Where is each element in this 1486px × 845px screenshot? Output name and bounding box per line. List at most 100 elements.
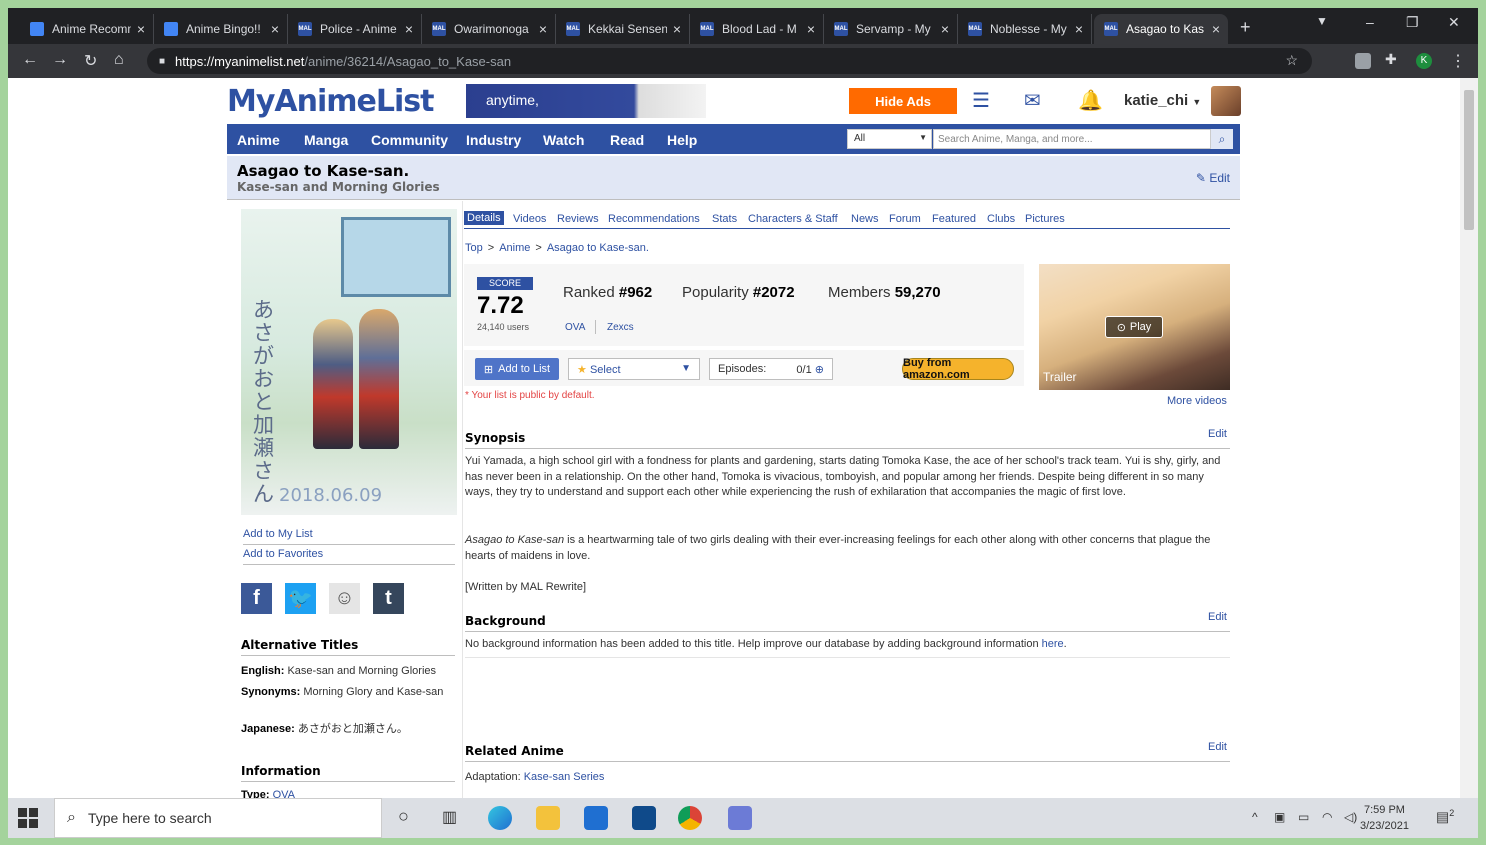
tab-stats[interactable]: Stats xyxy=(712,213,737,225)
puzzle-icon[interactable]: ✚ xyxy=(1385,51,1397,68)
nav-anime[interactable]: Anime xyxy=(237,132,280,148)
extension-icon[interactable] xyxy=(1355,53,1371,69)
facebook-icon[interactable]: f xyxy=(241,583,272,614)
tumblr-icon[interactable]: t xyxy=(373,583,404,614)
browser-tab[interactable]: MAL Owarimonoga × xyxy=(422,14,556,44)
play-button[interactable]: ⊙ Play xyxy=(1105,316,1163,338)
tab-recommendations[interactable]: Recommendations xyxy=(608,213,700,225)
type-link[interactable]: OVA xyxy=(273,789,295,798)
breadcrumb-title[interactable]: Asagao to Kase-san. xyxy=(547,242,649,254)
close-tab-icon[interactable]: × xyxy=(1212,21,1220,37)
nav-manga[interactable]: Manga xyxy=(304,132,348,148)
dell-icon[interactable] xyxy=(632,806,656,830)
tab-reviews[interactable]: Reviews xyxy=(557,213,599,225)
plus-circle-icon[interactable]: ⊕ xyxy=(815,364,824,376)
close-tab-icon[interactable]: × xyxy=(1075,21,1083,37)
more-videos-link[interactable]: More videos xyxy=(1167,395,1227,407)
tab-news[interactable]: News xyxy=(851,213,879,225)
episodes-field[interactable]: Episodes: 0/1 ⊕ xyxy=(709,358,833,380)
restore-icon[interactable]: ❐ xyxy=(1406,14,1419,31)
home-icon[interactable]: ⌂ xyxy=(114,51,124,69)
close-tab-icon[interactable]: × xyxy=(405,21,413,37)
meet-now-icon[interactable]: ▣ xyxy=(1274,810,1285,824)
status-select[interactable]: ★ Select ▼ xyxy=(568,358,700,380)
scrollbar-thumb[interactable] xyxy=(1464,90,1474,230)
close-tab-icon[interactable]: × xyxy=(673,21,681,37)
list-icon[interactable]: ☰ xyxy=(972,88,990,113)
browser-tab[interactable]: MAL Noblesse - My × xyxy=(958,14,1092,44)
site-logo[interactable]: MyAnimeList xyxy=(227,84,434,119)
hide-ads-button[interactable]: Hide Ads xyxy=(849,88,957,114)
tab-pictures[interactable]: Pictures xyxy=(1025,213,1065,225)
adaptation-link[interactable]: Kase-san Series xyxy=(524,771,605,783)
windows-start-icon[interactable] xyxy=(18,808,38,828)
cortana-icon[interactable]: ○ xyxy=(398,806,409,827)
breadcrumb-anime[interactable]: Anime xyxy=(499,242,530,254)
trailer-thumbnail[interactable]: ⊙ Play Trailer xyxy=(1039,264,1230,390)
amazon-buy-button[interactable]: Buy from amazon.com xyxy=(902,357,1014,381)
add-to-favorites-link[interactable]: Add to Favorites xyxy=(243,548,323,560)
tab-forum[interactable]: Forum xyxy=(889,213,921,225)
username-menu[interactable]: katie_chi ▼ xyxy=(1124,92,1201,109)
close-tab-icon[interactable]: × xyxy=(137,21,145,37)
browser-tab[interactable]: MAL Police - Anime × xyxy=(288,14,422,44)
search-icon[interactable]: ⌕ xyxy=(1211,129,1233,149)
nav-watch[interactable]: Watch xyxy=(543,132,584,148)
edit-background-link[interactable]: Edit xyxy=(1208,611,1227,623)
snip-tool-icon[interactable] xyxy=(728,806,752,830)
add-to-my-list-link[interactable]: Add to My List xyxy=(243,528,313,540)
wifi-icon[interactable]: ◠ xyxy=(1322,810,1332,824)
nav-community[interactable]: Community xyxy=(371,132,448,148)
close-tab-icon[interactable]: × xyxy=(807,21,815,37)
close-tab-icon[interactable]: × xyxy=(271,21,279,37)
task-view-icon[interactable]: ▥ xyxy=(442,807,457,827)
taskbar-clock[interactable]: 7:59 PM 3/23/2021 xyxy=(1360,802,1409,834)
background-here-link[interactable]: here xyxy=(1042,638,1064,650)
search-scope-select[interactable]: All ▼ xyxy=(847,129,932,149)
mail-icon[interactable]: ✉ xyxy=(1024,88,1041,113)
chrome-icon[interactable] xyxy=(678,806,702,830)
close-window-icon[interactable]: ✕ xyxy=(1448,14,1460,31)
browser-tab[interactable]: MAL Kekkai Sensen × xyxy=(556,14,690,44)
mail-app-icon[interactable] xyxy=(584,806,608,830)
menu-dots-icon[interactable]: ⋮ xyxy=(1450,51,1466,71)
poster-image[interactable]: あさがおと加瀬さん 2018.06.09 xyxy=(241,209,457,515)
studio-tag[interactable]: Zexcs xyxy=(607,322,634,333)
breadcrumb-top[interactable]: Top xyxy=(465,242,483,254)
taskbar-search-input[interactable]: ⌕ Type here to search xyxy=(54,798,382,838)
volume-icon[interactable]: ◁) xyxy=(1344,810,1357,824)
edit-title-link[interactable]: ✎ Edit xyxy=(1196,171,1230,185)
browser-tab[interactable]: MAL Servamp - My × xyxy=(824,14,958,44)
browser-tab[interactable]: Anime Recomm × xyxy=(20,14,154,44)
close-tab-icon[interactable]: × xyxy=(539,21,547,37)
tab-featured[interactable]: Featured xyxy=(932,213,976,225)
avatar[interactable] xyxy=(1211,86,1241,116)
edge-icon[interactable] xyxy=(488,806,512,830)
tab-clubs[interactable]: Clubs xyxy=(987,213,1015,225)
chevron-up-icon[interactable]: ^ xyxy=(1252,810,1258,824)
nav-help[interactable]: Help xyxy=(667,132,697,148)
browser-tab[interactable]: MAL Blood Lad - M × xyxy=(690,14,824,44)
file-explorer-icon[interactable] xyxy=(536,806,560,830)
new-tab-icon[interactable]: + xyxy=(1240,17,1251,38)
browser-tab-active[interactable]: MAL Asagao to Kas × xyxy=(1094,14,1228,44)
edit-related-link[interactable]: Edit xyxy=(1208,741,1227,753)
minimize-icon[interactable]: – xyxy=(1366,14,1374,30)
page-scrollbar[interactable] xyxy=(1460,78,1478,798)
edit-synopsis-link[interactable]: Edit xyxy=(1208,428,1227,440)
tab-videos[interactable]: Videos xyxy=(513,213,546,225)
battery-icon[interactable]: ▭ xyxy=(1298,810,1309,824)
close-tab-icon[interactable]: × xyxy=(941,21,949,37)
reddit-icon[interactable]: ☺ xyxy=(329,583,360,614)
tab-characters-staff[interactable]: Characters & Staff xyxy=(748,213,838,225)
nav-industry[interactable]: Industry xyxy=(466,132,521,148)
add-to-list-button[interactable]: ⊞ Add to List xyxy=(475,358,559,380)
reload-icon[interactable]: ↻ xyxy=(84,51,97,71)
type-tag[interactable]: OVA xyxy=(565,322,585,333)
bell-icon[interactable]: 🔔 xyxy=(1078,88,1103,113)
ad-banner[interactable]: anytime, xyxy=(466,84,706,118)
notification-icon[interactable]: ▤2 xyxy=(1436,808,1454,826)
profile-avatar[interactable]: K xyxy=(1416,53,1432,69)
nav-read[interactable]: Read xyxy=(610,132,644,148)
forward-icon[interactable]: → xyxy=(52,51,68,69)
